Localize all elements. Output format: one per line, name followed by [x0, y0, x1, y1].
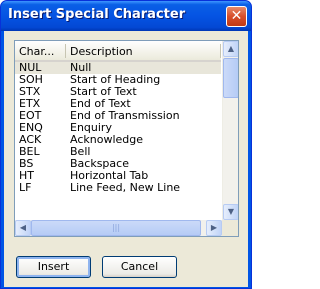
- list-row[interactable]: ACK Acknowledge: [15, 134, 221, 146]
- grip-icon: |||: [111, 223, 121, 232]
- window-title: Insert Special Character: [8, 7, 186, 22]
- list-rows: NUL Null SOH Start of Heading STX Start of …: [15, 62, 221, 194]
- insert-button[interactable]: Insert: [16, 256, 91, 278]
- close-icon: ✕: [230, 8, 243, 24]
- scroll-down-icon: ▼: [227, 207, 235, 216]
- vertical-scrollbar[interactable]: ▲ ▼: [222, 41, 238, 220]
- vertical-scroll-thumb[interactable]: [223, 58, 238, 98]
- scroll-right-button[interactable]: ▶: [206, 220, 222, 236]
- scroll-down-button[interactable]: ▼: [223, 204, 238, 220]
- close-button[interactable]: ✕: [226, 6, 247, 27]
- scroll-left-button[interactable]: ◀: [15, 220, 31, 236]
- scroll-left-icon: ◀: [19, 223, 27, 232]
- list-header: Char... Description: [15, 41, 221, 62]
- title-bar[interactable]: Insert Special Character ✕: [1, 1, 251, 31]
- list-row[interactable]: LF Line Feed, New Line: [15, 182, 221, 194]
- horizontal-scroll-thumb[interactable]: |||: [31, 220, 201, 236]
- column-divider[interactable]: [220, 44, 221, 58]
- column-header-description[interactable]: Description: [70, 45, 133, 58]
- scroll-right-icon: ▶: [210, 223, 218, 232]
- scroll-up-icon: ▲: [227, 44, 235, 53]
- horizontal-scrollbar[interactable]: ◀ ||| ▶: [15, 220, 222, 236]
- scroll-up-button[interactable]: ▲: [223, 41, 238, 57]
- description-cell: Line Feed, New Line: [70, 181, 181, 194]
- char-cell: LF: [19, 181, 32, 194]
- scroll-corner: [222, 220, 238, 236]
- cancel-button[interactable]: Cancel: [102, 256, 177, 278]
- column-divider[interactable]: [65, 44, 66, 58]
- list-row[interactable]: EOT End of Transmission: [15, 110, 221, 122]
- dialog-body: Char... Description NUL Null SOH Start of …: [4, 31, 248, 287]
- column-header-char[interactable]: Char...: [19, 45, 54, 58]
- dialog-window: Insert Special Character ✕ Char... Descr…: [0, 0, 252, 289]
- character-list[interactable]: Char... Description NUL Null SOH Start of …: [14, 40, 239, 237]
